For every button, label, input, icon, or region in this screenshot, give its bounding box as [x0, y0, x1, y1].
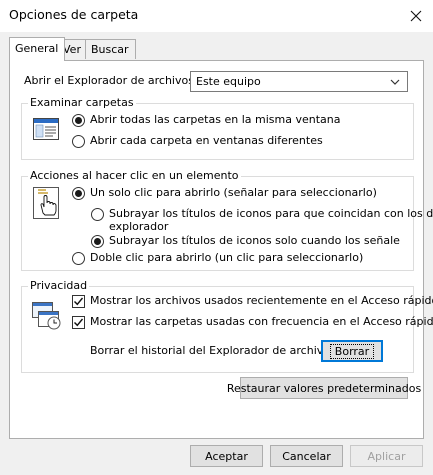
- clear-history-button[interactable]: Borrar: [321, 340, 383, 362]
- open-explorer-select[interactable]: Este equipo: [190, 71, 408, 92]
- frequent-folders-label: Mostrar las carpetas usadas con frecuenc…: [90, 315, 433, 328]
- double-click-radio[interactable]: [72, 252, 85, 265]
- hand-cursor-icon: [33, 187, 59, 219]
- window-title: Opciones de carpeta: [9, 7, 139, 22]
- clear-history-label: Borrar el historial del Explorador de ar…: [90, 344, 336, 357]
- ok-button[interactable]: Aceptar: [190, 445, 263, 467]
- browse-folders-group: [21, 103, 414, 160]
- click-actions-legend: Acciones al hacer clic en un elemento: [28, 169, 241, 182]
- underline-always-radio[interactable]: [91, 208, 104, 221]
- window-icon: [33, 118, 59, 140]
- underline-always-label-line1: Subrayar los títulos de iconos para que …: [109, 207, 433, 220]
- recent-files-label: Mostrar los archivos usados recientement…: [90, 294, 433, 307]
- browse-same-window-radio[interactable]: [72, 114, 85, 127]
- close-button[interactable]: [398, 1, 433, 31]
- checkmark-icon: [74, 297, 84, 306]
- tab-buscar[interactable]: Buscar: [85, 39, 136, 59]
- apply-button[interactable]: Aplicar: [350, 445, 423, 467]
- tab-general[interactable]: General: [9, 37, 66, 61]
- underline-always-label-line2: explorador: [109, 220, 169, 233]
- single-click-label: Un solo clic para abrirlo (señalar para …: [90, 186, 377, 199]
- browse-new-window-label: Abrir cada carpeta en ventanas diferente…: [90, 134, 323, 147]
- clear-history-button-label: Borrar: [329, 343, 375, 359]
- browse-same-window-label: Abrir todas las carpetas en la misma ven…: [90, 113, 341, 126]
- checkmark-icon: [74, 318, 84, 327]
- close-icon: [410, 10, 421, 22]
- recent-files-checkbox[interactable]: [72, 295, 85, 308]
- browse-new-window-radio[interactable]: [72, 135, 85, 148]
- frequent-folders-checkbox[interactable]: [72, 316, 85, 329]
- open-explorer-label: Abrir el Explorador de archivos en:: [24, 74, 215, 87]
- cancel-button[interactable]: Cancelar: [270, 445, 343, 467]
- underline-hover-radio[interactable]: [91, 235, 104, 248]
- double-click-label: Doble clic para abrirlo (un clic para se…: [90, 251, 364, 264]
- tab-panel-general: Abrir el Explorador de archivos en: Este…: [9, 60, 433, 439]
- chevron-down-icon: [390, 79, 400, 85]
- restore-defaults-button[interactable]: Restaurar valores predeterminados: [227, 377, 421, 399]
- single-click-radio[interactable]: [72, 187, 85, 200]
- underline-hover-label: Subrayar los títulos de iconos solo cuan…: [109, 234, 400, 247]
- open-explorer-value: Este equipo: [196, 75, 261, 88]
- privacy-legend: Privacidad: [28, 279, 90, 292]
- browse-folders-legend: Examinar carpetas: [28, 96, 136, 109]
- recent-places-icon: [32, 302, 61, 330]
